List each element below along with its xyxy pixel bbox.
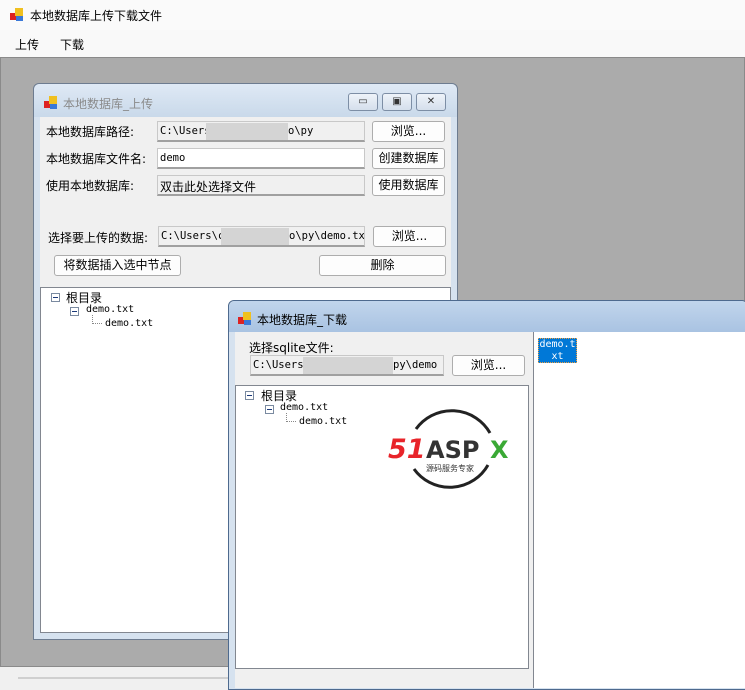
minimize-button[interactable]: ▭ xyxy=(348,93,378,111)
use-db-button[interactable]: 使用数据库 xyxy=(372,175,445,196)
delete-button[interactable]: 删除 xyxy=(319,255,446,276)
create-db-button[interactable]: 创建数据库 xyxy=(372,148,445,169)
download-left-panel: 选择sqlite文件: C:\Users' py\demo 浏览... 根目录 d… xyxy=(235,332,533,688)
upload-data-suffix: o\py\demo.txt xyxy=(289,230,365,242)
upload-data-label: 选择要上传的数据: xyxy=(48,231,149,245)
tree-line xyxy=(286,413,296,422)
sqlite-path-field[interactable]: C:\Users' py\demo xyxy=(250,355,444,376)
window-icon xyxy=(44,96,58,110)
collapse-icon[interactable] xyxy=(245,391,254,400)
collapse-icon[interactable] xyxy=(51,293,60,302)
tree-node-grandchild[interactable]: demo.txt xyxy=(105,318,153,329)
upload-window-title: 本地数据库_上传 xyxy=(63,97,154,111)
sqlite-path-value: C:\Users' xyxy=(253,359,310,371)
app-title-bar: 本地数据库上传下载文件 xyxy=(0,0,745,30)
menu-bar: 上传 下载 xyxy=(0,30,745,57)
upload-data-field[interactable]: C:\Users\c o\py\demo.txt xyxy=(158,226,365,247)
tree-line xyxy=(92,315,102,324)
download-window-title-bar: 本地数据库_下载 xyxy=(229,301,745,332)
db-path-label: 本地数据库路径: xyxy=(46,125,135,139)
tree-node-grandchild[interactable]: demo.txt xyxy=(299,416,347,427)
tree-node-child[interactable]: demo.txt xyxy=(280,402,328,413)
redacted-area xyxy=(303,357,393,374)
collapse-icon[interactable] xyxy=(70,307,79,316)
browse-data-button[interactable]: 浏览... xyxy=(373,226,446,247)
db-path-value: C:\Users xyxy=(160,125,211,137)
tree-node-child[interactable]: demo.txt xyxy=(86,304,134,315)
download-window: 本地数据库_下载 选择sqlite文件: C:\Users' py\demo 浏览… xyxy=(228,300,745,690)
close-button[interactable]: ✕ xyxy=(416,93,446,111)
redacted-area xyxy=(206,123,288,140)
window-icon xyxy=(238,312,252,326)
download-tree-view[interactable]: 根目录 demo.txt demo.txt 51 ASP X 源码服务专家 xyxy=(235,385,529,669)
upload-window-title-bar: 本地数据库_上传 ▭ ▣ ✕ xyxy=(34,84,457,117)
upload-data-value: C:\Users\c xyxy=(161,230,225,242)
svg-text:源码服务专家: 源码服务专家 xyxy=(426,463,474,473)
sqlite-label: 选择sqlite文件: xyxy=(249,341,334,355)
watermark-logo: 51 ASP X 源码服务专家 xyxy=(386,403,514,495)
list-item-file[interactable]: demo.t xt xyxy=(538,338,577,363)
use-db-field[interactable]: 双击此处选择文件 xyxy=(157,175,365,196)
db-name-input[interactable]: demo xyxy=(157,148,365,169)
menu-download[interactable]: 下载 xyxy=(57,36,87,53)
app-title: 本地数据库上传下载文件 xyxy=(30,9,163,23)
use-db-label: 使用本地数据库: xyxy=(46,179,135,193)
redacted-area xyxy=(221,228,289,245)
sqlite-path-suffix: py\demo xyxy=(393,359,438,371)
browse-sqlite-button[interactable]: 浏览... xyxy=(452,355,525,376)
maximize-button[interactable]: ▣ xyxy=(382,93,412,111)
svg-text:51: 51 xyxy=(388,434,426,465)
download-window-title: 本地数据库_下载 xyxy=(257,313,348,327)
svg-text:X: X xyxy=(490,436,509,464)
insert-node-button[interactable]: 将数据插入选中节点 xyxy=(54,255,181,276)
menu-upload[interactable]: 上传 xyxy=(12,36,42,53)
db-name-label: 本地数据库文件名: xyxy=(46,152,147,166)
file-list-view[interactable]: demo.t xt xyxy=(533,332,745,688)
collapse-icon[interactable] xyxy=(265,405,274,414)
browse-db-button[interactable]: 浏览... xyxy=(372,121,445,142)
db-path-suffix: o\py xyxy=(288,125,314,137)
db-path-field[interactable]: C:\Users o\py xyxy=(157,121,365,142)
svg-text:ASP: ASP xyxy=(426,436,479,464)
app-icon xyxy=(10,8,24,22)
